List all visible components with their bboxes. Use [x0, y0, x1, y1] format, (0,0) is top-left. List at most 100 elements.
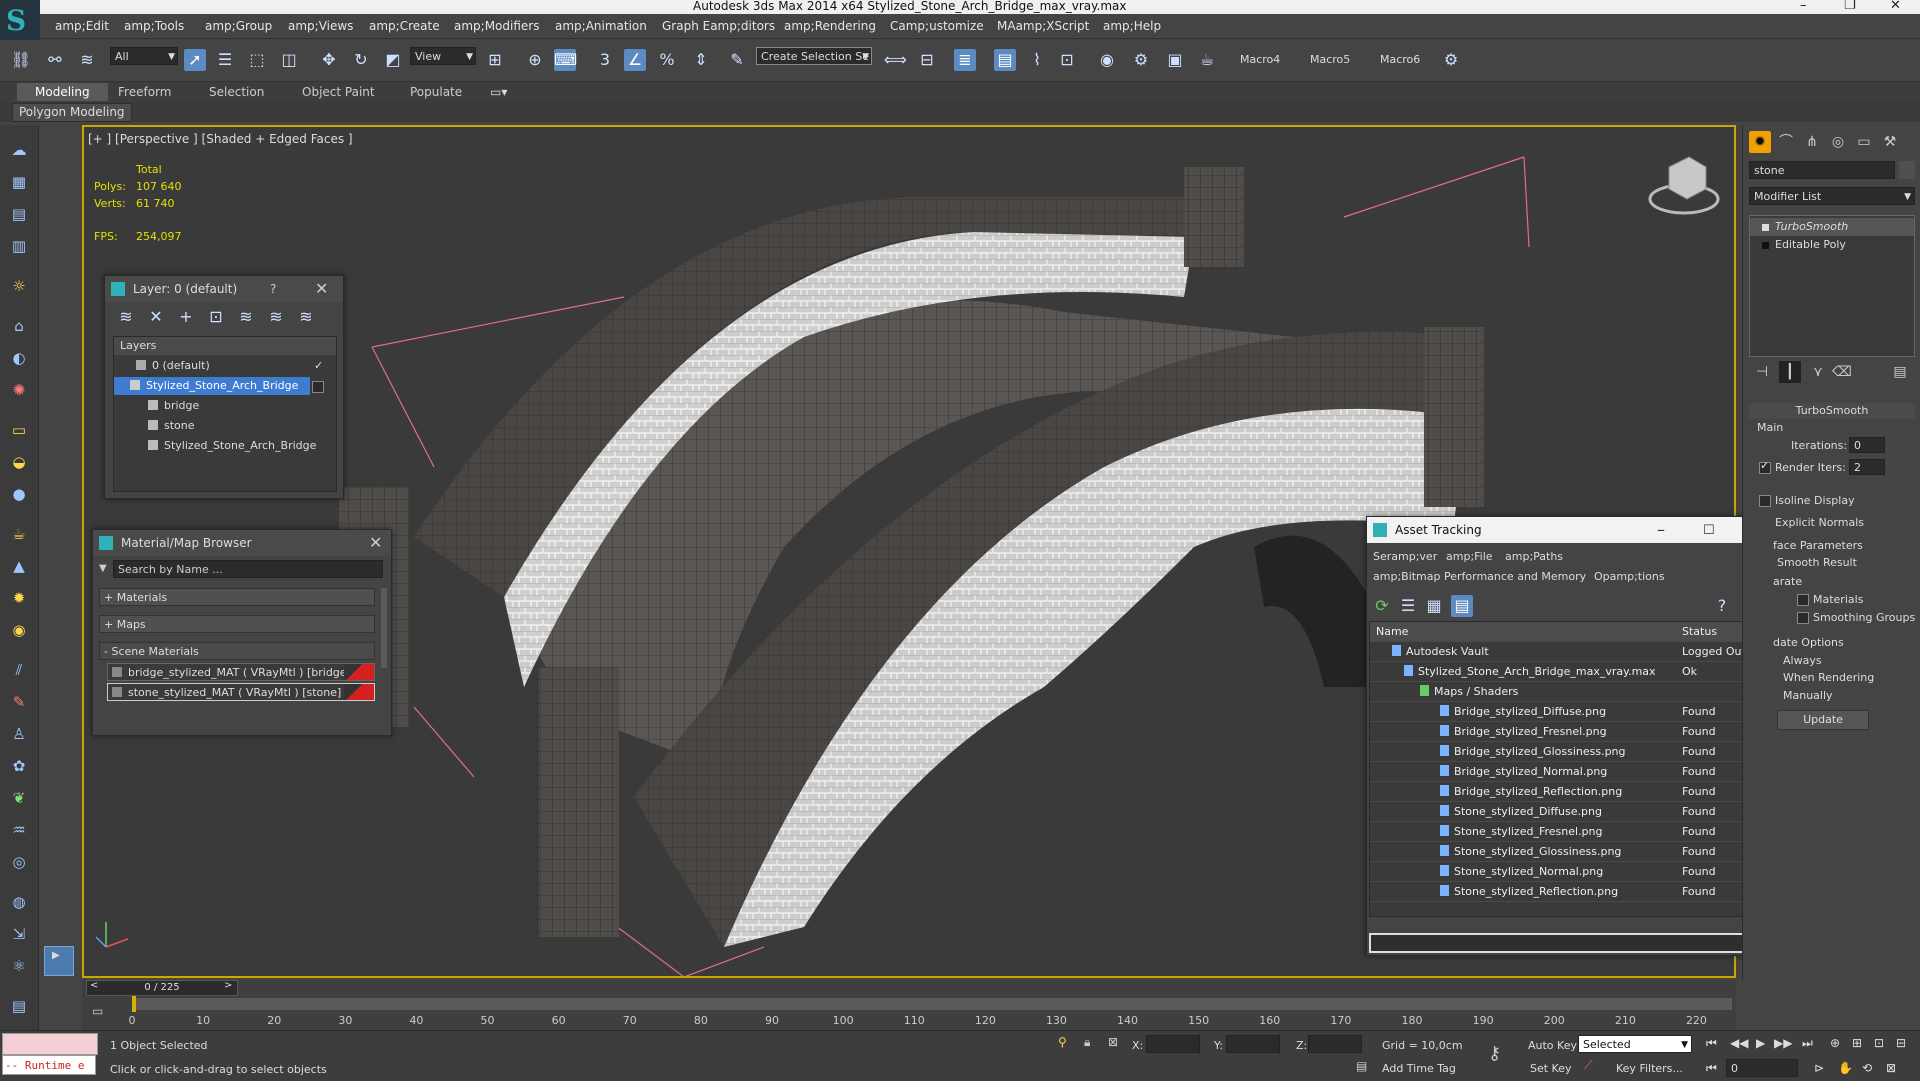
- motion-panel-icon[interactable]: ◎: [1827, 131, 1849, 153]
- tab-selection[interactable]: Selection: [209, 85, 264, 99]
- cone-tool-icon[interactable]: ▲: [8, 555, 30, 577]
- configure-sets-icon[interactable]: ▤: [1889, 361, 1911, 383]
- display-tool-icon[interactable]: ▦: [8, 171, 30, 193]
- link-icon[interactable]: ⛓: [10, 49, 32, 71]
- next-frame-icon[interactable]: >: [224, 980, 232, 991]
- time-tag-icon[interactable]: ▤: [1356, 1059, 1367, 1073]
- curve-editor-mini-icon[interactable]: ▭: [92, 1004, 103, 1018]
- materials-checkbox[interactable]: [1797, 594, 1809, 606]
- tab-object-paint[interactable]: Object Paint: [302, 85, 375, 99]
- gear-icon[interactable]: ⚙: [1440, 49, 1462, 71]
- key-filters-button[interactable]: Key Filters...: [1616, 1062, 1683, 1075]
- film-tool-icon[interactable]: ✺: [8, 379, 30, 401]
- tab-modeling[interactable]: Modeling: [17, 83, 108, 101]
- minimize-button[interactable]: –: [1800, 0, 1807, 13]
- gear-tool-icon[interactable]: ✿: [8, 755, 30, 777]
- manually-radio[interactable]: Manually: [1783, 689, 1833, 702]
- set-key-icon[interactable]: ⟋: [1584, 1058, 1592, 1073]
- angle-snap-icon[interactable]: ∠: [624, 49, 646, 71]
- spinner-snap-icon[interactable]: ⇕: [690, 49, 712, 71]
- isoline-checkbox[interactable]: [1759, 495, 1771, 507]
- menu-views[interactable]: amp;Views: [288, 19, 353, 33]
- close-icon[interactable]: ✕: [369, 530, 382, 556]
- isolate-icon[interactable]: ⚲: [1058, 1035, 1067, 1049]
- object-color-swatch[interactable]: [1899, 161, 1915, 179]
- smoothing-groups-checkbox[interactable]: [1797, 612, 1809, 624]
- material-row-bridge[interactable]: bridge_stylized_MAT ( VRayMtl ) [bridge]: [107, 663, 375, 681]
- stairs-tool-icon[interactable]: ⫽: [8, 659, 30, 681]
- zoom-extents-all-icon[interactable]: ⊟: [1896, 1036, 1906, 1050]
- maxscript-listener-top[interactable]: [2, 1033, 98, 1055]
- keyboard-shortcut-override-icon[interactable]: ⌨: [554, 49, 577, 71]
- turbosmooth-rollout-header[interactable]: TurboSmooth: [1749, 403, 1915, 419]
- polygon-modeling-tab[interactable]: Polygon Modeling: [12, 103, 132, 122]
- highlight-layer-icon[interactable]: ≋: [235, 306, 257, 328]
- modifier-editable-poly[interactable]: Editable Poly: [1750, 236, 1914, 254]
- tab-populate[interactable]: Populate: [410, 85, 462, 99]
- menu-paths[interactable]: amp;Paths: [1505, 550, 1563, 563]
- manipulate-icon[interactable]: ⊕: [524, 49, 546, 71]
- hair-tool-icon[interactable]: ♒: [8, 819, 30, 841]
- snake-tool-icon[interactable]: ◎: [8, 851, 30, 873]
- help-button[interactable]: ?: [270, 276, 276, 302]
- rotate-icon[interactable]: ↻: [350, 49, 372, 71]
- iterations-spinner[interactable]: 0: [1849, 437, 1885, 453]
- delete-layer-icon[interactable]: ✕: [145, 306, 167, 328]
- menu-edit[interactable]: amp;Edit: [55, 19, 109, 33]
- time-cursor[interactable]: [132, 996, 136, 1012]
- x-coordinate-field[interactable]: [1146, 1035, 1200, 1053]
- doc-tool-icon[interactable]: ▤: [8, 995, 30, 1017]
- zoom-all-icon[interactable]: ⊞: [1852, 1036, 1862, 1050]
- object-row-bridge[interactable]: bridge: [114, 397, 336, 415]
- prev-frame-icon[interactable]: <: [90, 980, 98, 991]
- grid-tool-icon[interactable]: ▥: [8, 235, 30, 257]
- asset-path-field[interactable]: [1369, 933, 1765, 953]
- maximize-button[interactable]: ❐: [1844, 0, 1856, 13]
- refresh-icon[interactable]: ⟳: [1371, 595, 1393, 617]
- dome-tool-icon[interactable]: ◒: [8, 451, 30, 473]
- layer-manager-icon[interactable]: ≣: [954, 49, 976, 71]
- help-icon[interactable]: ?: [1711, 595, 1733, 617]
- column-name[interactable]: Name: [1370, 625, 1408, 638]
- viewport-label[interactable]: [+ ] [Perspective ] [Shaded + Edged Face…: [88, 132, 353, 146]
- add-to-layer-icon[interactable]: +: [175, 306, 197, 328]
- sphere-tool-icon[interactable]: ●: [8, 483, 30, 505]
- asset-row[interactable]: Stone_stylized_Normal.png Found: [1370, 862, 1768, 882]
- freeze-layer-icon[interactable]: ≋: [295, 306, 317, 328]
- add-time-tag-button[interactable]: Add Time Tag: [1382, 1062, 1456, 1075]
- orbit-icon[interactable]: ⟲: [1862, 1061, 1872, 1075]
- key-icon[interactable]: ⚷: [1488, 1043, 1501, 1064]
- orbit-tool-icon[interactable]: ◐: [8, 347, 30, 369]
- macro6-button[interactable]: Macro6: [1380, 53, 1420, 66]
- create-tool-icon[interactable]: ☁: [8, 139, 30, 161]
- menu-tools[interactable]: amp;Tools: [124, 19, 184, 33]
- menu-help[interactable]: amp;Help: [1103, 19, 1161, 33]
- schematic-view-icon[interactable]: ⊡: [1056, 49, 1078, 71]
- asset-row[interactable]: Autodesk Vault Logged Out ...: [1370, 642, 1768, 662]
- auto-key-button[interactable]: Auto Key: [1528, 1039, 1577, 1052]
- edit-named-selection-icon[interactable]: ✎: [726, 49, 748, 71]
- app-menu-button[interactable]: S: [0, 0, 40, 40]
- percent-snap-icon[interactable]: %: [656, 49, 678, 71]
- current-layer-checkbox[interactable]: [312, 381, 324, 393]
- scale-icon[interactable]: ◩: [382, 49, 404, 71]
- absolute-mode-icon[interactable]: ⊠: [1108, 1035, 1118, 1049]
- asset-row[interactable]: Bridge_stylized_Glossiness.png Found: [1370, 742, 1768, 762]
- menu-customize[interactable]: Camp;ustomize: [890, 19, 984, 33]
- update-button[interactable]: Update: [1777, 710, 1869, 730]
- brush-tool-icon[interactable]: ✎: [8, 691, 30, 713]
- menu-file[interactable]: amp;File: [1446, 550, 1493, 563]
- figure-tool-icon[interactable]: ♙: [8, 723, 30, 745]
- set-key-button[interactable]: Set Key: [1530, 1062, 1572, 1075]
- render-iters-checkbox[interactable]: [1759, 459, 1771, 474]
- tree-view-icon[interactable]: ▦: [1423, 595, 1445, 617]
- hide-layer-icon[interactable]: ≋: [265, 306, 287, 328]
- modifier-turbosmooth[interactable]: TurboSmooth: [1750, 218, 1914, 236]
- scene-materials-section[interactable]: - Scene Materials: [99, 642, 375, 660]
- object-row-stone[interactable]: stone: [114, 417, 336, 435]
- y-coordinate-field[interactable]: [1226, 1035, 1280, 1053]
- menu-animation[interactable]: amp;Animation: [555, 19, 647, 33]
- menu-maxscript[interactable]: MAamp;XScript: [997, 19, 1089, 33]
- always-radio[interactable]: Always: [1783, 654, 1822, 667]
- viewcube-icon[interactable]: [1648, 156, 1720, 215]
